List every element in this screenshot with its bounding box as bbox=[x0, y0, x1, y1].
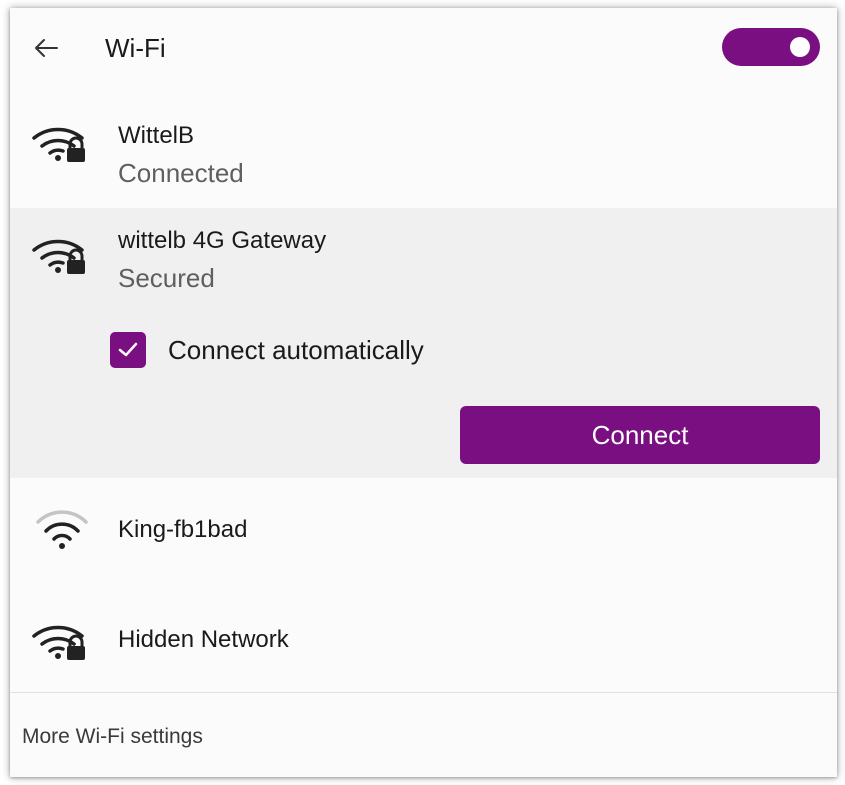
wifi-secured-icon bbox=[32, 625, 85, 660]
checkbox-checked[interactable] bbox=[110, 332, 146, 368]
more-wifi-settings-link[interactable]: More Wi-Fi settings bbox=[22, 724, 203, 750]
connect-automatically-label: Connect automatically bbox=[168, 335, 424, 365]
network-item-hidden-network[interactable]: Hidden Network bbox=[10, 586, 837, 690]
network-name: Hidden Network bbox=[118, 626, 289, 653]
wifi-open-icon bbox=[36, 510, 88, 549]
network-item-wittelb[interactable]: WittelB Connected bbox=[10, 96, 837, 208]
arrow-left-icon bbox=[35, 39, 58, 57]
network-name: wittelb 4G Gateway bbox=[118, 227, 327, 254]
network-item-wittelb-4g-gateway[interactable]: wittelb 4G Gateway Secured Connect autom… bbox=[10, 208, 837, 478]
network-item-king-fb1bad[interactable]: King-fb1bad bbox=[10, 478, 837, 586]
toggle-knob bbox=[790, 37, 810, 57]
wifi-toggle[interactable] bbox=[722, 28, 820, 66]
connect-button[interactable]: Connect bbox=[460, 406, 820, 464]
wifi-header: Wi-Fi bbox=[10, 8, 837, 88]
wifi-flyout: Wi-Fi WittelB Connected wittelb 4G Gatew… bbox=[10, 8, 837, 777]
page-title: Wi-Fi bbox=[105, 33, 166, 63]
connect-automatically-checkbox[interactable]: Connect automatically bbox=[110, 330, 424, 370]
back-button[interactable] bbox=[26, 30, 66, 66]
network-status: Secured bbox=[118, 263, 215, 293]
network-name: WittelB bbox=[118, 122, 195, 149]
divider bbox=[10, 692, 837, 693]
network-name: King-fb1bad bbox=[118, 516, 248, 543]
wifi-secured-icon bbox=[32, 127, 85, 162]
wifi-secured-icon bbox=[32, 239, 85, 274]
network-status: Connected bbox=[118, 158, 244, 188]
checkmark-icon bbox=[118, 342, 138, 357]
